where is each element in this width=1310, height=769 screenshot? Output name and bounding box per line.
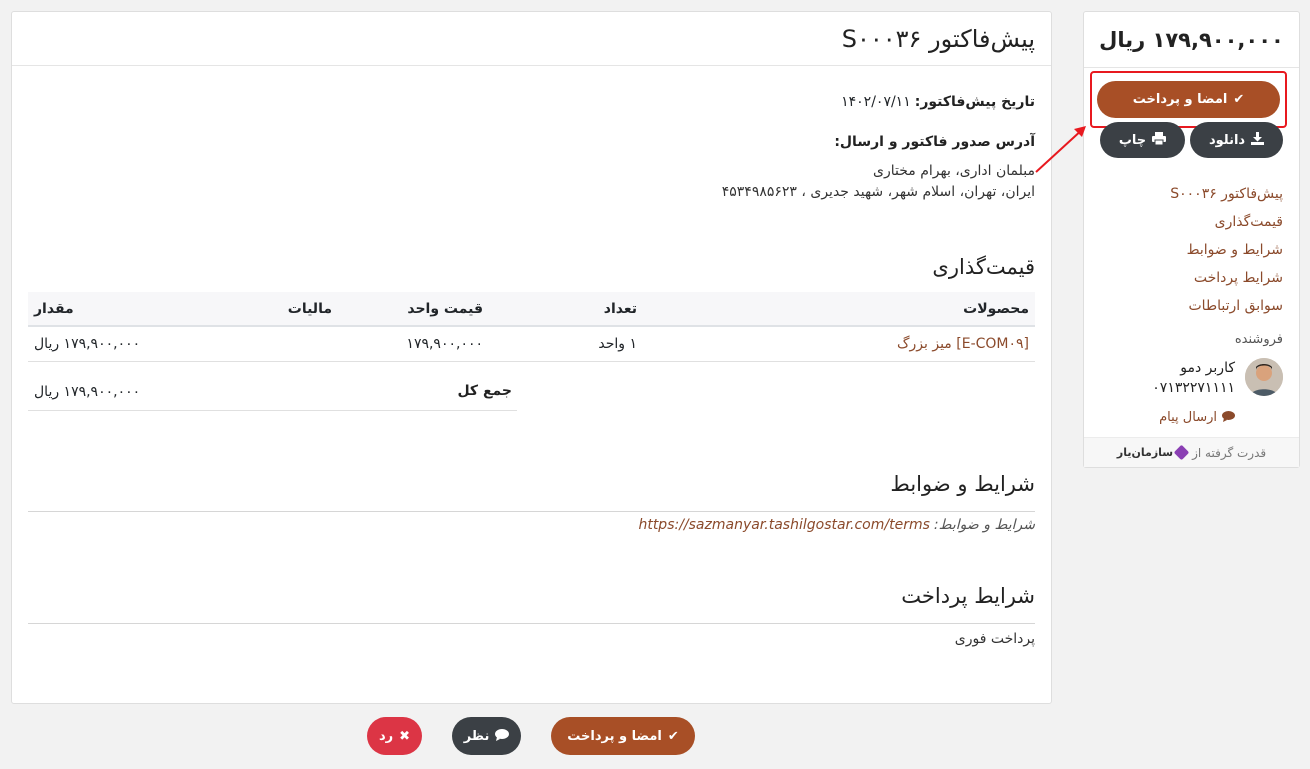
download-icon xyxy=(1251,132,1265,148)
address-line-1: مبلمان اداری، بهرام مختاری xyxy=(873,163,1035,179)
print-button[interactable]: چاپ xyxy=(1100,122,1185,158)
check-icon: ✔ xyxy=(1233,92,1245,107)
seller-info: کاربر دمو ۰۷۱۳۲۲۷۱۱۱۱ xyxy=(1152,358,1235,398)
close-icon: ✖ xyxy=(399,728,411,744)
send-message-link[interactable]: ارسال پیام xyxy=(1159,410,1235,425)
payment-terms-title: شرایط پرداخت xyxy=(901,584,1035,608)
sidebar-nav: پیش‌فاکتور S۰۰۰۳۶ قیمت‌گذاری شرایط و ضوا… xyxy=(1170,180,1283,320)
chat-icon xyxy=(1222,410,1235,425)
terms-text: شرایط و ضوابط: https://sazmanyar.tashilg… xyxy=(638,517,1035,533)
quote-date-label: تاریخ پیش‌فاکتور: xyxy=(914,94,1035,110)
nav-item-quote[interactable]: پیش‌فاکتور S۰۰۰۳۶ xyxy=(1170,180,1283,208)
brand-icon xyxy=(1173,444,1190,461)
sidebar-actions: چاپ دانلود xyxy=(1100,122,1283,158)
header-tax: مالیات xyxy=(287,301,332,317)
address-title: آدرس صدور فاکتور و ارسال: xyxy=(834,134,1035,150)
brand-name: سازمان‌یار xyxy=(1116,446,1174,459)
annotation-arrow-icon xyxy=(1035,126,1086,173)
sidebar-sign-pay-label: امضا و پرداخت xyxy=(1132,92,1228,107)
terms-title: شرایط و ضوابط xyxy=(890,472,1035,496)
brand-logo[interactable]: سازمان‌یار xyxy=(1116,444,1190,461)
sidebar: ۱۷۹,۹۰۰,۰۰۰ ریال ✔ امضا و پرداخت چاپ دان… xyxy=(1083,11,1300,468)
address-line-2: ایران، تهران، اسلام شهر، شهید جدیری ، ۴۵… xyxy=(721,184,1035,200)
check-icon: ✔ xyxy=(667,728,679,744)
seller-block: کاربر دمو ۰۷۱۳۲۲۷۱۱۱۱ xyxy=(1152,358,1283,398)
table-row: [E-COM۰۹] میز بزرگ ۱ واحد ۱۷۹,۹۰۰,۰۰۰ ۱۷… xyxy=(28,327,1035,362)
comment-button[interactable]: نظر xyxy=(452,717,521,755)
terms-link[interactable]: https://sazmanyar.tashilgostar.com/terms xyxy=(638,517,929,533)
highlight-box: ✔ امضا و پرداخت xyxy=(1090,71,1287,128)
header-amount: مقدار xyxy=(34,301,74,317)
powered-by-text: قدرت گرفته از xyxy=(1192,445,1267,460)
powered-by-footer: قدرت گرفته از سازمان‌یار xyxy=(1084,437,1299,467)
header-qty: تعداد xyxy=(603,301,637,317)
pricing-table: محصولات تعداد قیمت واحد مالیات مقدار [E-… xyxy=(28,292,1035,362)
page-title: پیش‌فاکتور S۰۰۰۳۶ xyxy=(12,12,1051,66)
nav-item-terms[interactable]: شرایط و ضوابط xyxy=(1170,236,1283,264)
total-row: جمع کل ۱۷۹,۹۰۰,۰۰۰ ریال xyxy=(28,366,517,411)
seller-phone: ۰۷۱۳۲۲۷۱۱۱۱ xyxy=(1152,380,1235,396)
sign-pay-button[interactable]: ✔ امضا و پرداخت xyxy=(551,717,695,755)
nav-item-pricing[interactable]: قیمت‌گذاری xyxy=(1170,208,1283,236)
quote-date-value: ۱۴۰۲/۰۷/۱۱ xyxy=(841,94,911,110)
bottom-actions: ✖ رد نظر ✔ امضا و پرداخت xyxy=(367,717,695,755)
comment-label: نظر xyxy=(463,728,490,744)
print-label: چاپ xyxy=(1118,132,1147,148)
quote-card: پیش‌فاکتور S۰۰۰۳۶ تاریخ پیش‌فاکتور: ۱۴۰۲… xyxy=(11,11,1052,704)
header-unit-price: قیمت واحد xyxy=(407,301,483,317)
quote-date: تاریخ پیش‌فاکتور: ۱۴۰۲/۰۷/۱۱ xyxy=(841,94,1035,110)
reject-button[interactable]: ✖ رد xyxy=(367,717,422,755)
nav-item-history[interactable]: سوابق ارتباطات xyxy=(1170,292,1284,320)
avatar xyxy=(1245,358,1283,396)
product-link[interactable]: [E-COM۰۹] میز بزرگ xyxy=(897,336,1029,352)
seller-name: کاربر دمو xyxy=(1180,360,1235,376)
seller-title: فروشنده xyxy=(1234,332,1283,347)
printer-icon xyxy=(1152,132,1167,148)
reject-label: رد xyxy=(378,728,394,744)
sidebar-total: ۱۷۹,۹۰۰,۰۰۰ ریال xyxy=(1084,12,1299,68)
sidebar-sign-pay-button[interactable]: ✔ امضا و پرداخت xyxy=(1097,81,1280,118)
row-qty: ۱ واحد xyxy=(598,336,637,352)
payment-divider xyxy=(28,623,1035,624)
nav-item-payment-terms[interactable]: شرایط پرداخت xyxy=(1170,264,1283,292)
download-button[interactable]: دانلود xyxy=(1190,122,1283,158)
pricing-title: قیمت‌گذاری xyxy=(932,255,1035,279)
row-amount: ۱۷۹,۹۰۰,۰۰۰ ریال xyxy=(34,336,141,352)
chat-icon xyxy=(495,728,510,744)
terms-label: شرایط و ضوابط: xyxy=(933,517,1035,533)
table-header: محصولات تعداد قیمت واحد مالیات مقدار xyxy=(28,292,1035,327)
payment-terms-text: پرداخت فوری xyxy=(954,631,1035,647)
total-value: ۱۷۹,۹۰۰,۰۰۰ ریال xyxy=(34,384,141,400)
total-label: جمع کل xyxy=(457,383,512,399)
download-label: دانلود xyxy=(1208,132,1246,148)
send-message-label: ارسال پیام xyxy=(1159,410,1217,425)
row-unit-price: ۱۷۹,۹۰۰,۰۰۰ xyxy=(406,336,483,352)
terms-divider xyxy=(28,511,1035,512)
sign-pay-label: امضا و پرداخت xyxy=(567,728,662,744)
header-product: محصولات xyxy=(963,301,1029,317)
